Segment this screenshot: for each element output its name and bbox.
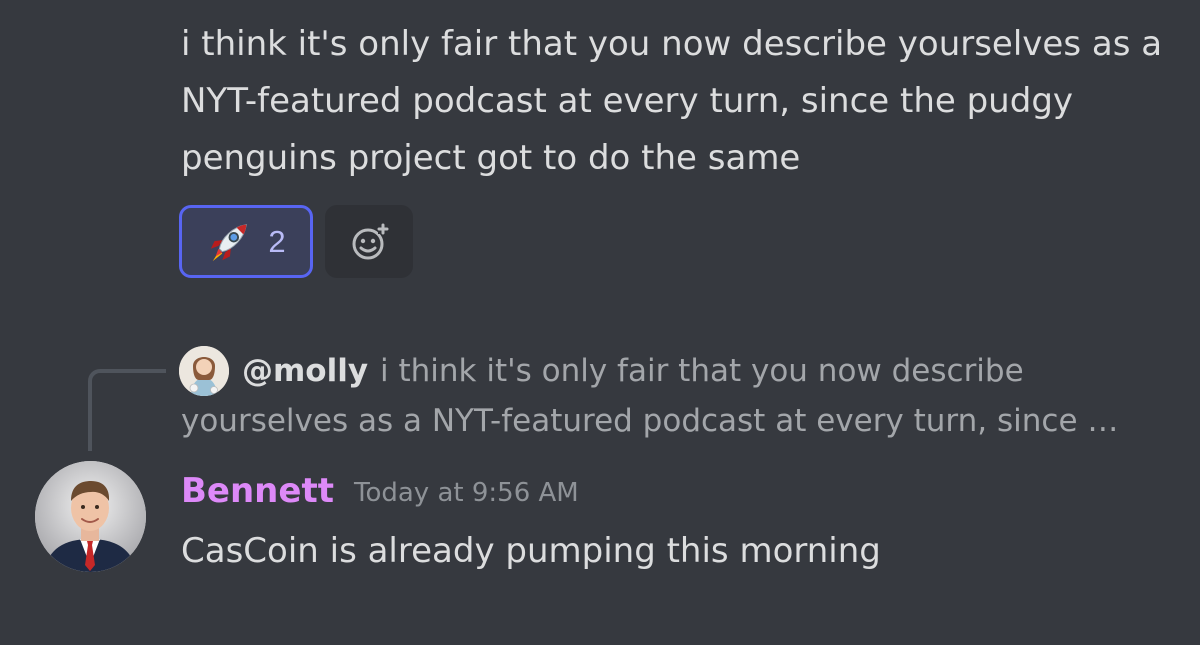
reply-avatar[interactable] <box>179 346 229 396</box>
smile-plus-icon <box>352 223 389 259</box>
reply-author[interactable]: @molly <box>242 346 368 396</box>
reaction-bar: 2 <box>179 205 413 278</box>
reply-spine <box>88 369 166 451</box>
message-timestamp: Today at 9:56 AM <box>354 478 579 508</box>
message-author[interactable]: Bennett <box>181 466 334 516</box>
reaction-count: 2 <box>268 223 286 259</box>
molly-avatar-illustration <box>179 346 229 396</box>
rocket-icon <box>211 223 248 261</box>
reaction-rocket[interactable]: 2 <box>179 205 313 278</box>
add-reaction-button[interactable] <box>325 205 413 278</box>
message-text: CasCoin is already pumping this morning <box>181 531 881 571</box>
bennett-avatar[interactable] <box>35 461 146 572</box>
bennett-avatar-photo <box>35 461 146 572</box>
message-text: i think it's only fair that you now desc… <box>181 24 1163 178</box>
